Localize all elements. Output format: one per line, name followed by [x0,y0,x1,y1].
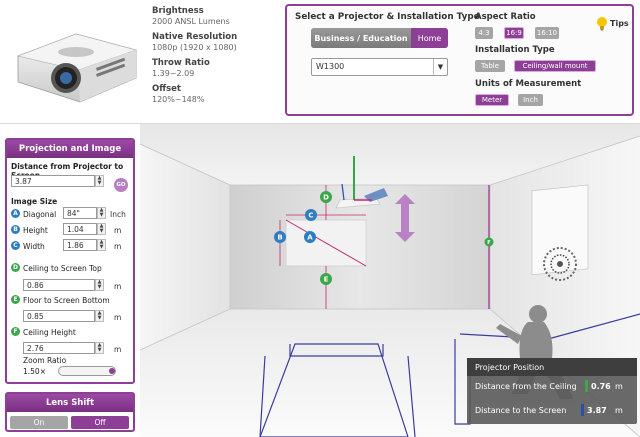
tab-business-education[interactable]: Business / Education [311,28,411,48]
lens-shift-title: Lens Shift [7,394,133,412]
badge-a: A [304,231,316,243]
brightness-value: 2000 ANSL Lumens [152,17,230,26]
ceiling-height-stepper[interactable]: ▲ ▼ [95,342,104,354]
lens-shift-off-button[interactable]: Off [71,416,129,429]
ceiling-height-label: Ceiling Height [23,328,76,337]
badge-d: D [320,191,332,203]
distance-input[interactable]: 3.87 [11,175,95,187]
diagonal-label: Diagonal [23,210,57,219]
diagonal-unit: Inch [110,210,126,219]
aspect-ratio-title: Aspect Ratio [475,12,536,22]
unit-inch-button[interactable]: Inch [518,94,543,106]
badge-a-text: A [307,234,313,242]
width-input[interactable]: 1.86 [63,239,97,251]
projector-specs: Brightness 2000 ANSL Lumens Native Resol… [152,6,282,104]
ceiling-top-label: Ceiling to Screen Top [23,264,102,273]
model-dropdown-value: W1300 [316,62,345,71]
header: Brightness 2000 ANSL Lumens Native Resol… [0,0,640,124]
installation-table-button[interactable]: Table [475,60,505,72]
badge-c-text: C [308,212,313,220]
go-button[interactable]: GO [114,178,128,192]
projection-image-panel: Projection and Image Distance from Proje… [5,138,135,384]
projector-position-panel: Projector Position Distance from the Cei… [467,358,637,424]
ceiling-top-stepper[interactable]: ▲ ▼ [95,279,104,291]
units-title: Units of Measurement [475,79,582,89]
ceiling-height-input[interactable]: 2.76 [23,342,95,354]
floor-bottom-label: Floor to Screen Bottom [23,296,110,305]
screen-distance-label: Distance to the Screen [475,406,567,415]
badge-b-text: B [277,234,282,242]
resolution-label: Native Resolution [152,32,238,42]
diagonal-input[interactable]: 84" [63,207,97,219]
screen-distance-value: 3.87 [587,406,607,415]
floor-bottom-input[interactable]: 0.85 [23,310,95,322]
badge-b-icon: B [11,225,20,234]
badge-f-text: F [487,240,490,246]
floor-bottom-stepper[interactable]: ▲ ▼ [95,310,104,322]
resolution-value: 1080p (1920 x 1080) [152,43,237,52]
badge-c: C [305,209,317,221]
tab-home[interactable]: Home [411,28,448,48]
projector-selector: Select a Projector & Installation Type B… [285,4,634,116]
width-label: Width [23,242,45,251]
zoom-slider-handle[interactable] [109,368,115,374]
badge-d-text: D [323,194,329,202]
ceiling-distance-unit: m [615,382,623,391]
screen-distance-indicator [581,404,584,416]
model-dropdown[interactable]: W1300 ▼ [311,58,448,76]
tips-button[interactable]: Tips [596,16,629,31]
zoom-value: 1.50× [23,367,46,376]
chevron-down-icon[interactable]: ▼ [433,59,447,75]
ceiling-distance-value: 0.76 [591,382,611,391]
ceiling-distance-indicator [585,380,588,392]
badge-a-icon: A [11,209,20,218]
throw-ratio-value: 1.39~2.09 [152,69,195,78]
badge-c-icon: C [11,241,20,250]
height-input[interactable]: 1.04 [63,223,97,235]
badge-e-icon: E [11,295,20,304]
ceiling-top-input[interactable]: 0.86 [23,279,95,291]
unit-meter-button[interactable]: Meter [475,94,509,106]
height-stepper[interactable]: ▲ ▼ [97,223,106,235]
image-size-label: Image Size [11,197,58,206]
throw-ratio-label: Throw Ratio [152,58,210,68]
aspect-4-3-button[interactable]: 4:3 [475,27,493,39]
badge-f-icon: F [11,327,20,336]
width-stepper[interactable]: ▲ ▼ [97,239,106,251]
projector-position-title: Projector Position [467,358,637,376]
lens-shift-on-button[interactable]: On [10,416,68,429]
category-segmented-control: Business / Education Home [311,28,448,48]
tips-label: Tips [610,19,629,28]
aspect-16-9-button[interactable]: 16:9 [504,27,524,39]
zoom-slider[interactable] [58,366,116,376]
projector-image [16,33,138,103]
brightness-label: Brightness [152,6,204,16]
badge-f: F [484,237,494,247]
height-label: Height [23,226,48,235]
badge-d-icon: D [11,263,20,272]
floor-bottom-unit: m [114,313,122,322]
aspect-16-10-button[interactable]: 16:10 [535,27,559,39]
installation-type-title: Installation Type [475,45,555,55]
height-unit: m [114,226,122,235]
diagonal-stepper[interactable]: ▲ ▼ [97,207,106,219]
zoom-label: Zoom Ratio [23,356,67,365]
lightbulb-icon [597,17,607,31]
panel-title: Projection and Image [7,140,133,158]
ceiling-distance-label: Distance from the Ceiling [475,382,577,391]
distance-stepper[interactable]: ▲ ▼ [95,175,104,187]
ceiling-top-unit: m [114,282,122,291]
badge-e-text: E [324,276,329,284]
selector-title: Select a Projector & Installation Type [295,12,480,22]
installation-ceiling-button[interactable]: Ceiling/wall mount [514,60,596,72]
badge-b: B [274,231,286,243]
offset-value: 120%~148% [152,95,205,104]
ceiling-height-unit: m [114,345,122,354]
width-unit: m [114,242,122,251]
offset-label: Offset [152,84,181,94]
lens-shift-panel: Lens Shift On Off [5,392,135,432]
badge-e: E [320,273,332,285]
screen-distance-unit: m [615,406,623,415]
